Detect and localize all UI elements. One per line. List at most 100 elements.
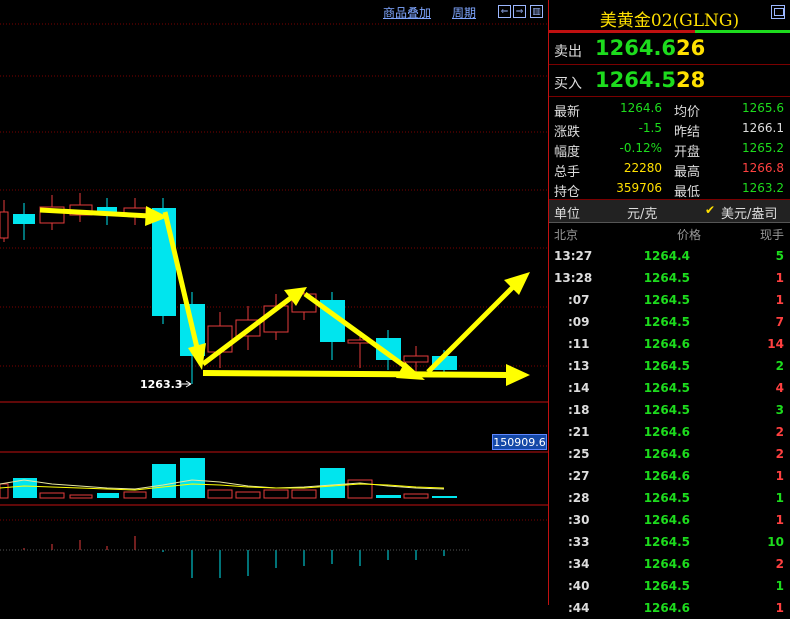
candle [69,193,93,222]
quote-row: 涨跌 -1.5 昨结 1266.1 [549,119,790,140]
tick-time: :40 [568,579,590,593]
move-left-icon[interactable]: ⇐ [498,5,511,18]
quote-row: 持仓 359706 最低 1263.2 [549,179,790,200]
move-right-icon[interactable]: ⇒ [513,5,526,18]
unit-selector[interactable]: 单位 元/克 ✔ 美元/盎司 [549,200,790,223]
tick-time: :09 [568,315,590,329]
tick-row: :09 1264.5 7 [549,311,790,333]
candle [13,203,35,240]
tick-row: :21 1264.6 2 [549,421,790,443]
tick-qty: 1 [775,601,784,615]
stat-value: 1265.6 [742,101,784,115]
tick-price: 1264.5 [643,535,690,549]
stat-label: 最低 [674,185,701,200]
buy-row: 买入 1264.5 28 [549,65,790,97]
stat-value: 1264.6 [620,101,662,115]
quote-panel: 美黄金02(GLNG) 卖出 1264.6 26 买入 1264.5 28 最新… [548,0,790,615]
overlay-commodity-link[interactable]: 商品叠加 [383,4,431,21]
tick-qty: 4 [775,381,784,395]
volume-bar [123,491,147,499]
tick-time: :33 [568,535,590,549]
tick-time: :14 [568,381,590,395]
candle [0,200,9,242]
tick-qty: 2 [775,447,784,461]
volume-bar [403,493,429,499]
ticks-header-price: 价格 [677,228,702,242]
stat-value: 359706 [616,181,662,195]
quote-row: 最新 1264.6 均价 1265.6 [549,99,790,120]
tick-row: :14 1264.5 4 [549,377,790,399]
tick-price: 1264.5 [643,315,690,329]
candle [320,292,345,360]
tick-time: :11 [568,337,590,351]
period-link[interactable]: 周期 [452,4,476,21]
stat-value: 1266.8 [742,161,784,175]
candle [123,198,147,225]
kline-chart-area[interactable]: 商品叠加 周期 ⇐ ⇒ ▥ 1263.3 150909.6 [0,0,548,605]
tick-qty: 1 [775,579,784,593]
stat-label: 开盘 [674,145,701,160]
stat-value: 1263.2 [742,181,784,195]
tick-time: :27 [568,469,590,483]
kline-chart-svg[interactable] [0,0,548,605]
tick-qty: 1 [775,271,784,285]
quote-row: 总手 22280 最高 1266.8 [549,159,790,180]
tick-qty: 7 [775,315,784,329]
volume-value-badge: 150909.6 [492,434,547,450]
tick-price: 1264.5 [643,579,690,593]
volume-bars [0,458,457,499]
tick-row: :34 1264.6 2 [549,553,790,575]
volume-bar [39,492,65,499]
sell-label: 卖出 [554,44,582,60]
tick-row: :33 1264.5 10 [549,531,790,553]
volume-bar [207,489,233,499]
tick-row: :18 1264.5 3 [549,399,790,421]
tick-price: 1264.6 [643,601,690,615]
low-price-label: 1263.3 [140,378,183,391]
volume-bar [152,464,176,498]
tick-price: 1264.6 [643,447,690,461]
stat-label: 最新 [554,105,581,120]
sell-row: 卖出 1264.6 26 [549,33,790,65]
tick-qty: 10 [767,535,784,549]
stat-value: -1.5 [638,121,662,135]
arrow [426,272,530,374]
tick-time: :21 [568,425,590,439]
volume-bar [320,468,345,498]
tick-time: :07 [568,293,590,307]
tick-qty: 1 [775,491,784,505]
stat-value: 1265.2 [742,141,784,155]
tick-qty: 14 [767,337,784,351]
ticks-list[interactable]: 13:27 1264.4 5 13:28 1264.5 1:07 1264.5 1:09 126… [549,245,790,619]
stat-label: 昨结 [674,125,701,140]
tick-price: 1264.5 [643,403,690,417]
window-toggle-icon[interactable] [771,5,785,19]
volume-bar [263,489,289,499]
tick-qty: 5 [775,249,784,263]
arrow [202,364,530,386]
volume-bar [97,493,119,498]
tick-price: 1264.5 [643,381,690,395]
tick-price: 1264.5 [643,271,690,285]
tick-time: :13 [568,359,590,373]
unit-value[interactable]: 元/克 [627,203,657,222]
tick-row: 13:27 1264.4 5 [549,245,790,267]
indicator-bars [23,536,445,578]
tick-price: 1264.5 [643,359,690,373]
quote-row: 幅度 -0.12% 开盘 1265.2 [549,139,790,160]
tick-row: :27 1264.6 1 [549,465,790,487]
stat-label: 幅度 [554,145,581,160]
stat-value: -0.12% [619,141,662,155]
unit-toggle[interactable]: 美元/盎司 [721,203,777,222]
tick-time: :34 [568,557,590,571]
grid-lines [0,23,548,521]
buy-price: 1264.5 [595,68,677,92]
volume-bar [291,489,317,499]
tick-price: 1264.6 [643,337,690,351]
tick-price: 1264.5 [643,293,690,307]
stat-label: 均价 [674,105,701,120]
layout-icon[interactable]: ▥ [530,5,543,18]
tick-row: :44 1264.6 1 [549,597,790,619]
tick-time: :30 [568,513,590,527]
stat-label: 总手 [554,165,581,180]
